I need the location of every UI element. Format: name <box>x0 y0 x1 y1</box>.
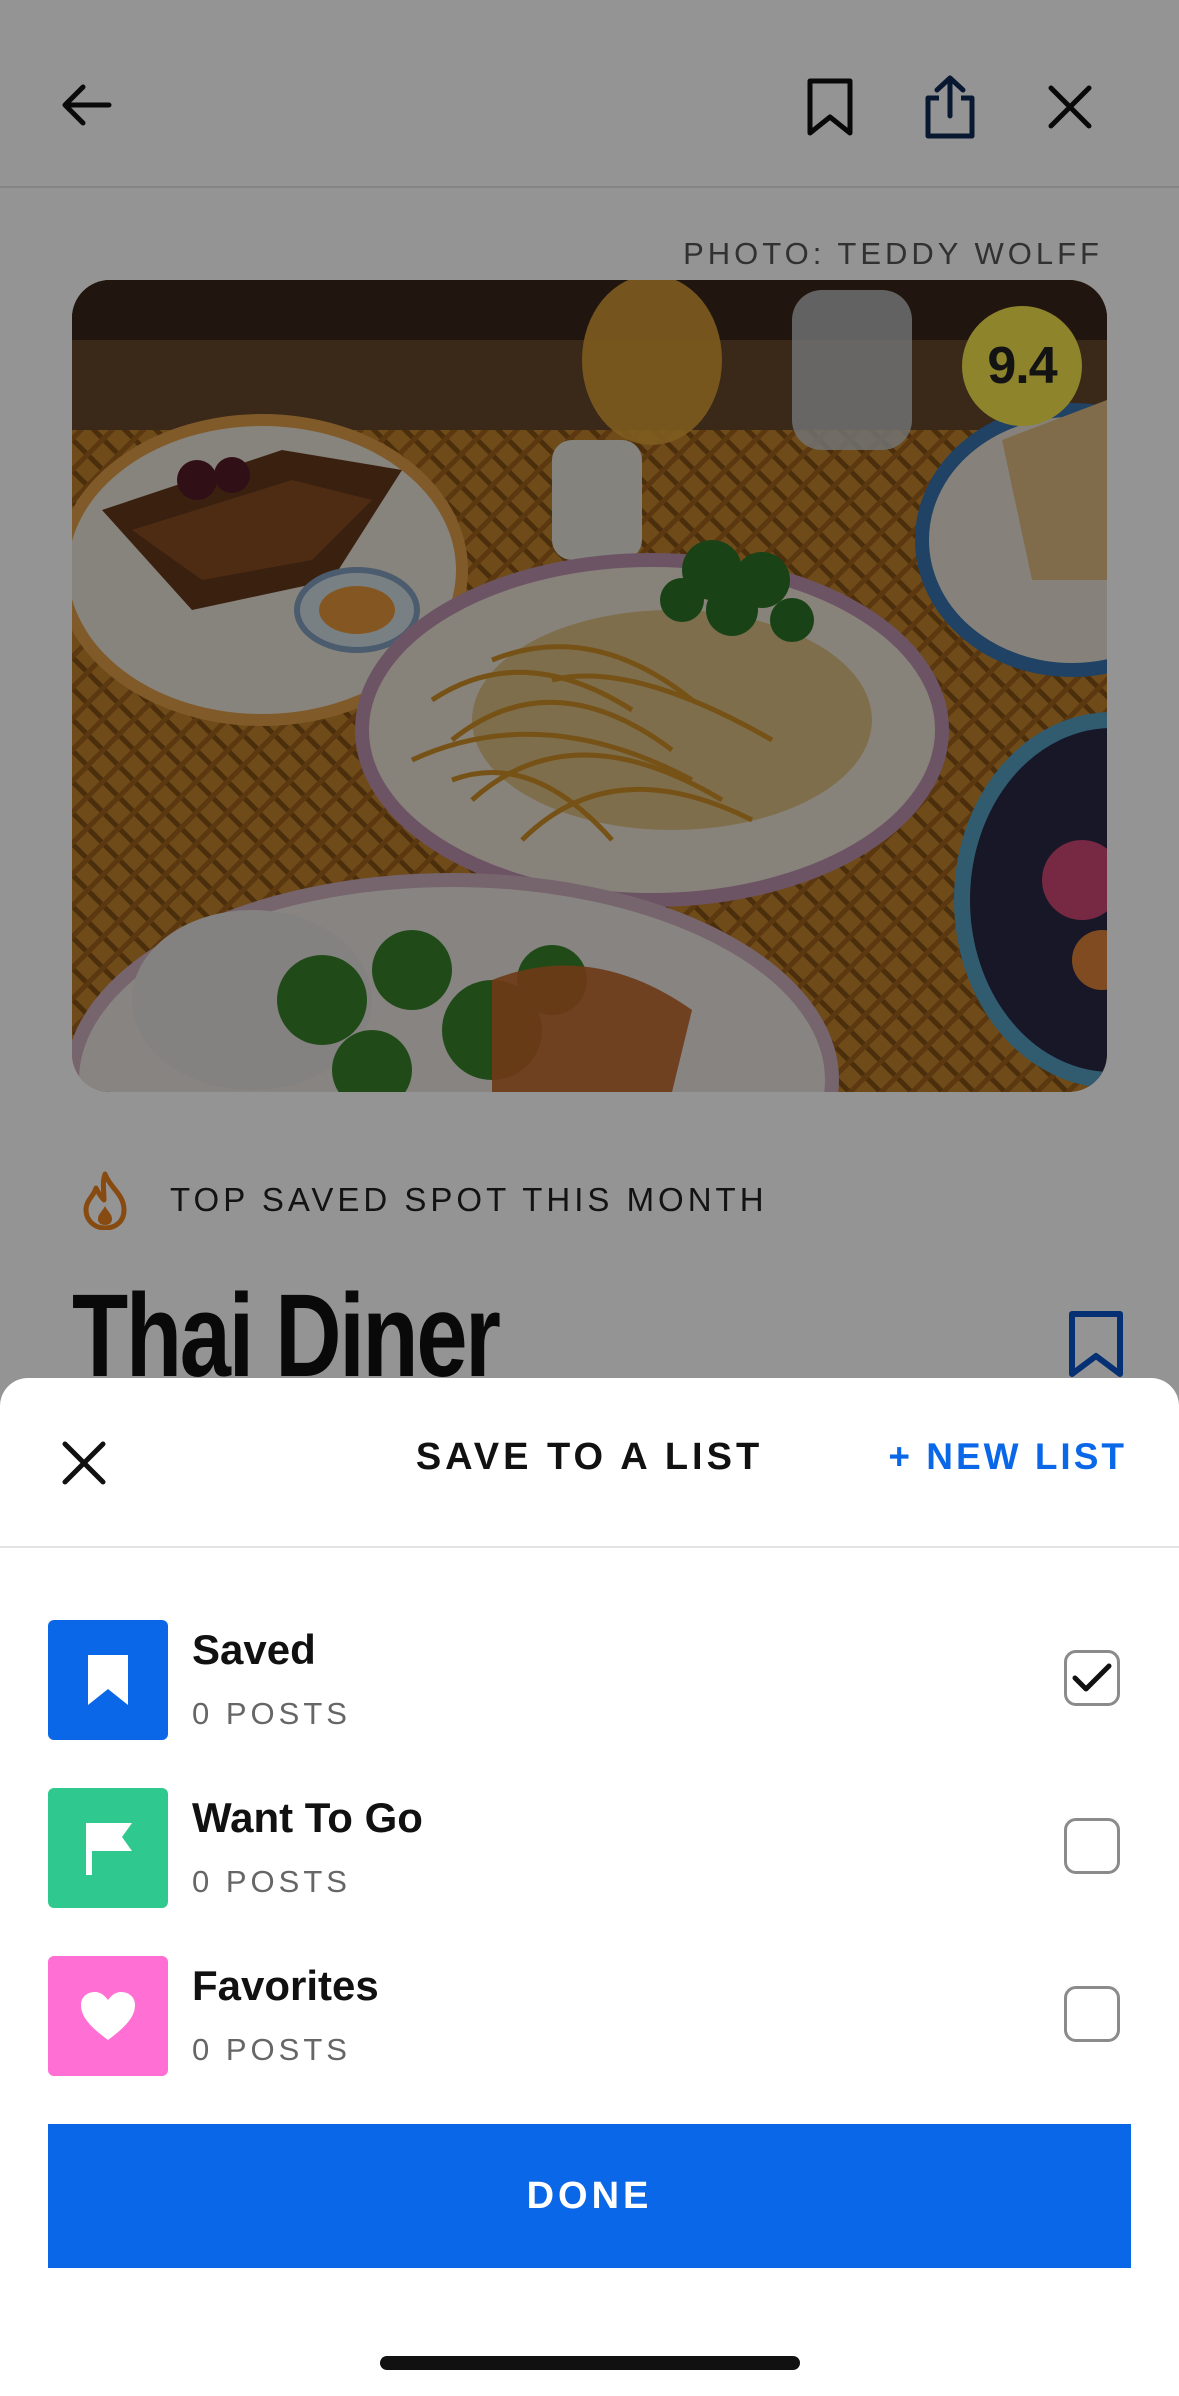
list-name: Favorites <box>192 1962 379 2009</box>
home-indicator[interactable] <box>380 2356 800 2370</box>
list-item-favorites[interactable]: Favorites 0 POSTS <box>0 1956 1179 2124</box>
bookmark-icon <box>88 1655 128 1705</box>
save-to-list-sheet: SAVE TO A LIST + NEW LIST Saved 0 POSTS <box>0 1378 1179 2396</box>
saved-list-icon-tile <box>48 1620 168 1740</box>
favorites-list-icon-tile <box>48 1956 168 2076</box>
list-post-count: 0 POSTS <box>192 2032 351 2067</box>
want-to-go-checkbox[interactable] <box>1064 1818 1120 1874</box>
list-item-want-to-go[interactable]: Want To Go 0 POSTS <box>0 1788 1179 1956</box>
new-list-button[interactable]: + NEW LIST <box>888 1436 1127 1478</box>
list-name: Saved <box>192 1626 316 1673</box>
list-post-count: 0 POSTS <box>192 1864 351 1899</box>
app-screen: PHOTO: TEDDY WOLFF 9.4 TOP SAVED SPOT TH… <box>0 0 1179 2396</box>
done-button[interactable]: DONE <box>48 2124 1131 2268</box>
sheet-header: SAVE TO A LIST + NEW LIST <box>0 1378 1179 1548</box>
list-item-saved[interactable]: Saved 0 POSTS <box>0 1620 1179 1788</box>
flag-icon <box>86 1823 132 1875</box>
list-post-count: 0 POSTS <box>192 1696 351 1731</box>
want-to-go-list-icon-tile <box>48 1788 168 1908</box>
heart-icon <box>81 1992 135 2040</box>
checkmark-icon <box>1072 1663 1112 1692</box>
favorites-checkbox[interactable] <box>1064 1986 1120 2042</box>
list-name: Want To Go <box>192 1794 423 1841</box>
saved-checkbox[interactable] <box>1064 1650 1120 1706</box>
